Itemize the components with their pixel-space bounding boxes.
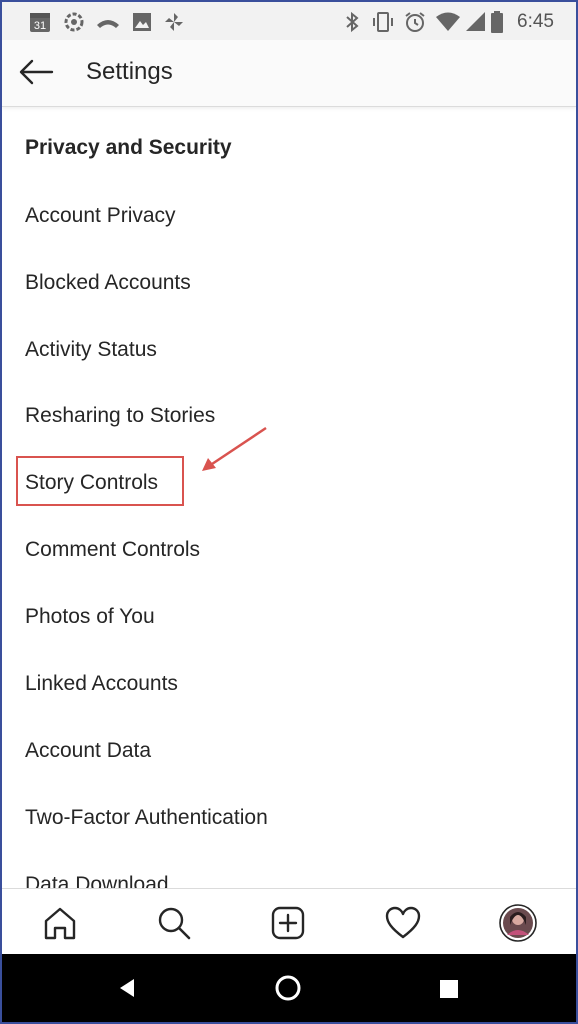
new-post-icon: [271, 906, 305, 940]
home-circle-icon: [275, 975, 301, 1001]
nav-profile-button[interactable]: [498, 903, 538, 943]
wifi-icon: [436, 12, 460, 31]
home-icon: [44, 907, 76, 940]
nav-home-button[interactable]: [40, 903, 80, 943]
system-back-button[interactable]: [114, 976, 138, 1005]
list-item-activity-status[interactable]: Activity Status: [2, 316, 576, 382]
list-item-resharing-to-stories[interactable]: Resharing to Stories: [2, 382, 576, 448]
image-icon: [133, 13, 151, 31]
back-button[interactable]: [16, 54, 56, 90]
system-nav-bar: [2, 954, 576, 1022]
vibrate-icon: [373, 12, 393, 32]
list-item-label: Account Data: [25, 739, 152, 762]
status-bar: 31 6:45: [2, 2, 576, 40]
page-title: Settings: [86, 58, 173, 85]
pinwheel-icon: [165, 13, 183, 31]
list-item-linked-accounts[interactable]: Linked Accounts: [2, 650, 576, 716]
list-item-account-data[interactable]: Account Data: [2, 717, 576, 783]
missed-call-icon: [97, 20, 119, 28]
arrow-left-icon: [19, 59, 54, 85]
nav-activity-button[interactable]: [383, 903, 423, 943]
nav-new-post-button[interactable]: [268, 903, 308, 943]
bottom-nav: [2, 888, 576, 955]
profile-avatar: [499, 904, 537, 942]
list-item-two-factor-authentication[interactable]: Two-Factor Authentication: [2, 784, 576, 850]
system-recents-button[interactable]: [438, 978, 460, 1005]
search-icon: [158, 907, 191, 940]
alarm-icon: [405, 12, 425, 32]
list-item-label: Photos of You: [25, 605, 155, 628]
list-item-label: Data Download: [25, 873, 169, 888]
signal-icon: [466, 12, 485, 31]
back-icon: [120, 979, 134, 997]
list-item-comment-controls[interactable]: Comment Controls: [2, 516, 576, 582]
nav-search-button[interactable]: [154, 903, 194, 943]
list-item-label: Resharing to Stories: [25, 404, 216, 427]
settings-icon: [64, 12, 84, 32]
status-time: 6:45: [517, 11, 554, 32]
screen-frame: 31 6:45 Settings Privacy and Security Ac…: [0, 0, 578, 1024]
list-item-story-controls[interactable]: Story Controls: [2, 449, 576, 515]
list-item-blocked-accounts[interactable]: Blocked Accounts: [2, 249, 576, 315]
list-item-data-download[interactable]: Data Download: [2, 851, 576, 888]
list-item-label: Linked Accounts: [25, 672, 178, 695]
battery-icon: [491, 11, 503, 33]
list-item-label: Story Controls: [25, 471, 159, 494]
calendar-day: 31: [34, 20, 46, 32]
list-item-label: Blocked Accounts: [25, 271, 191, 294]
calendar-icon: 31: [30, 13, 50, 32]
settings-list: Privacy and Security Account Privacy Blo…: [2, 106, 576, 888]
heart-icon: [385, 906, 421, 939]
list-item-label: Comment Controls: [25, 538, 201, 561]
section-title: Privacy and Security: [25, 136, 232, 159]
app-header: Settings: [2, 40, 576, 107]
list-item-photos-of-you[interactable]: Photos of You: [2, 583, 576, 649]
list-item-label: Account Privacy: [25, 204, 176, 227]
list-item-account-privacy[interactable]: Account Privacy: [2, 182, 576, 248]
recents-icon: [440, 980, 458, 998]
system-home-button[interactable]: [274, 974, 302, 1007]
bluetooth-icon: [346, 11, 359, 33]
list-item-label: Two-Factor Authentication: [25, 806, 268, 829]
list-item-label: Activity Status: [25, 338, 157, 361]
